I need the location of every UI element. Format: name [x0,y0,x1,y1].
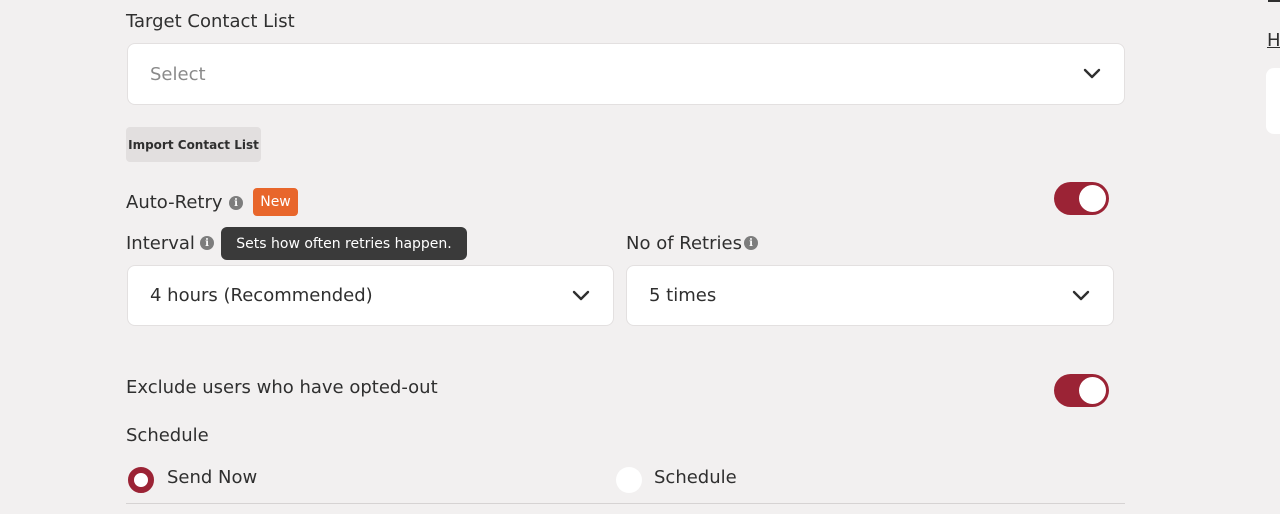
retries-selected-value: 5 times [649,285,717,306]
right-edge-card [1266,68,1280,134]
new-badge: New [253,188,298,216]
retries-label: No of Retries [626,233,742,254]
target-contact-list-label: Target Contact List [126,11,295,32]
auto-retry-info-icon[interactable]: i [229,196,243,210]
schedule-option-label[interactable]: Schedule [654,467,737,488]
interval-selected-value: 4 hours (Recommended) [150,285,373,306]
retries-select[interactable]: 5 times [626,265,1114,326]
divider [126,503,1125,504]
send-now-label[interactable]: Send Now [167,467,257,488]
interval-tooltip: Sets how often retries happen. [221,227,467,260]
interval-select[interactable]: 4 hours (Recommended) [127,265,614,326]
chevron-down-icon [571,286,591,306]
retries-info-icon[interactable]: i [744,236,758,250]
toggle-knob [1079,185,1106,212]
auto-retry-label: Auto-Retry [126,192,223,213]
chevron-down-icon [1071,286,1091,306]
right-edge-link[interactable]: H [1267,30,1280,51]
target-contact-list-placeholder: Select [150,63,206,85]
toggle-knob [1079,377,1106,404]
send-now-radio[interactable] [128,467,154,493]
interval-label: Interval [126,233,195,254]
right-edge-line [1268,0,1280,2]
schedule-label: Schedule [126,425,209,446]
chevron-down-icon [1082,64,1102,84]
auto-retry-toggle[interactable] [1054,182,1109,215]
exclude-opted-out-label: Exclude users who have opted-out [126,377,438,398]
import-contact-list-button[interactable]: Import Contact List [126,127,261,162]
target-contact-list-select[interactable]: Select [127,43,1125,105]
exclude-opted-out-toggle[interactable] [1054,374,1109,407]
schedule-radio[interactable] [616,467,642,493]
interval-info-icon[interactable]: i [200,236,214,250]
